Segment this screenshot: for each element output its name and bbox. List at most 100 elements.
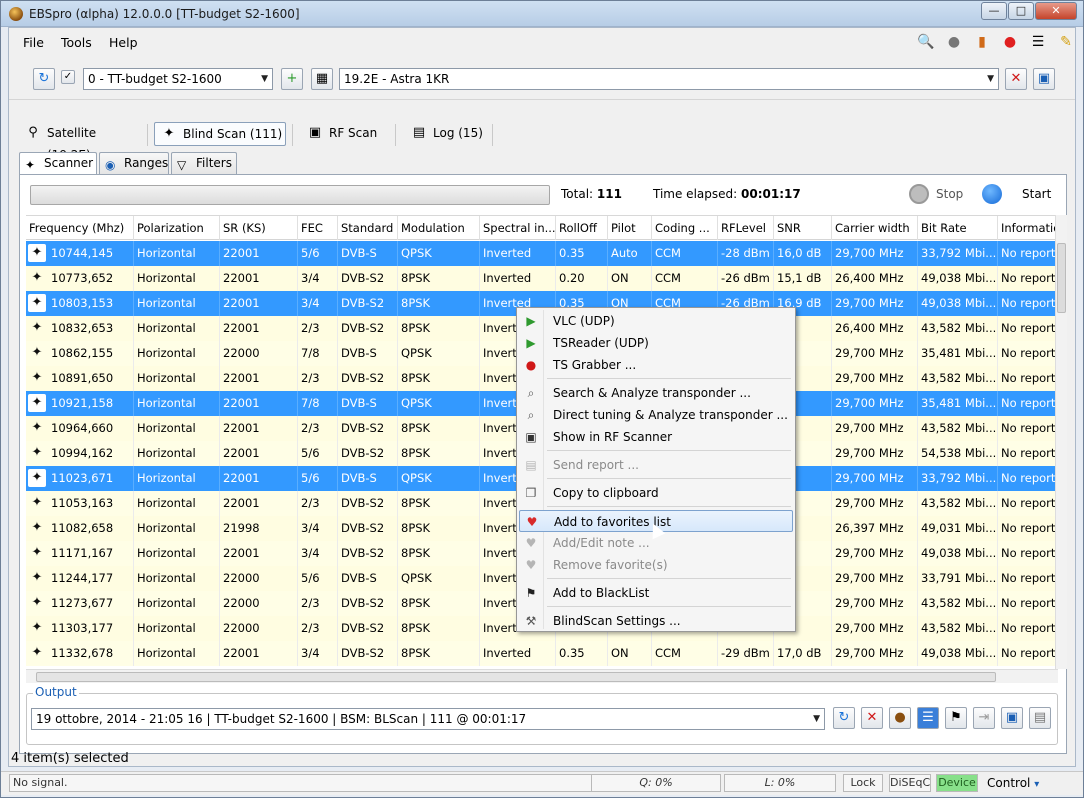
table-cell: 22001 <box>220 466 298 491</box>
enable-checkbox[interactable]: ✓ <box>61 70 75 84</box>
satellite-icon: ⚲ <box>28 125 38 140</box>
maximize-button[interactable]: □ <box>1008 2 1034 20</box>
column-header[interactable]: SR (KS) <box>220 216 298 240</box>
table-cell: 10921,158 <box>48 391 134 416</box>
table-row[interactable]: ✦ 11332,678 Horizontal 22001 3/4 DVB-S2 8PSK In… <box>26 641 1058 666</box>
tuner-select[interactable]: 0 - TT-budget S2-1600 ▼ <box>83 68 273 90</box>
menu-tools[interactable]: Tools <box>61 35 92 50</box>
tab-scanner[interactable]: ✦ Scanner <box>19 152 97 175</box>
context-menu-item[interactable]: ⌕ Direct tuning & Analyze transponder ... <box>519 404 793 426</box>
save-button[interactable]: ▣ <box>1033 68 1055 90</box>
column-header[interactable]: Polarization <box>134 216 220 240</box>
start-button[interactable]: Start <box>1022 187 1051 201</box>
column-header[interactable]: Bit Rate <box>918 216 998 240</box>
context-menu-label: Show in RF Scanner <box>553 430 673 444</box>
table-cell: 8PSK <box>398 266 480 291</box>
satellite-icon[interactable]: ● <box>945 33 963 51</box>
table-cell: 11171,167 <box>48 541 134 566</box>
table-cell: QPSK <box>398 391 480 416</box>
tab-filters[interactable]: ▽ Filters <box>171 152 237 174</box>
context-menu-item[interactable]: ⚒ BlindScan Settings ... <box>519 610 793 632</box>
column-header[interactable]: RollOff <box>556 216 608 240</box>
dish-icon: ✦ <box>31 445 43 460</box>
save-button[interactable]: ▣ <box>1001 707 1023 729</box>
column-header[interactable]: Carrier width <box>832 216 918 240</box>
tab-satellite[interactable]: ⚲ Satellite (19.2E) <box>19 122 137 162</box>
device-settings-button[interactable]: ▦ <box>311 68 333 90</box>
search-icon[interactable]: 🔍 <box>917 33 935 51</box>
table-cell: Horizontal <box>134 266 220 291</box>
status-bar: No signal. Q: 0% L: 0% Lock DiSEqC Devic… <box>1 771 1083 795</box>
chart-icon[interactable]: ▮ <box>973 33 991 51</box>
scroll-thumb[interactable] <box>1057 243 1066 313</box>
tab-log[interactable]: ▤ Log (15) <box>405 122 485 146</box>
table-cell: 29,700 MHz <box>832 291 918 316</box>
minimize-button[interactable]: — <box>981 2 1007 20</box>
column-header[interactable]: Standard <box>338 216 398 240</box>
table-cell: DVB-S2 <box>338 541 398 566</box>
dish-icon: ✦ <box>31 620 43 635</box>
context-menu-item[interactable]: ⌕ Search & Analyze transponder ... <box>519 382 793 404</box>
start-icon[interactable] <box>982 184 1002 204</box>
vertical-scrollbar[interactable] <box>1055 215 1067 669</box>
context-menu-item[interactable]: ● TS Grabber ... <box>519 354 793 376</box>
horizontal-scrollbar[interactable] <box>26 669 1058 683</box>
table-cell: 3/4 <box>298 291 338 316</box>
table-cell: Horizontal <box>134 316 220 341</box>
column-header[interactable]: Modulation <box>398 216 480 240</box>
tv-icon[interactable]: ▤ <box>1029 707 1051 729</box>
table-cell: 29,700 MHz <box>832 566 918 591</box>
close-button[interactable]: ✕ <box>1035 2 1077 20</box>
stop-icon[interactable] <box>909 184 929 204</box>
table-cell: DVB-S <box>338 391 398 416</box>
column-header[interactable]: Spectral in... <box>480 216 556 240</box>
output-select[interactable]: 19 ottobre, 2014 - 21:05 16 | TT-budget … <box>31 708 825 730</box>
table-cell: DVB-S2 <box>338 516 398 541</box>
record-icon[interactable]: ● <box>1001 33 1019 51</box>
table-cell: No report <box>998 366 1058 391</box>
table-cell: 10773,652 <box>48 266 134 291</box>
column-header[interactable]: RFLevel <box>718 216 774 240</box>
menu-help[interactable]: Help <box>109 35 138 50</box>
table-cell: 29,700 MHz <box>832 466 918 491</box>
flag-icon[interactable]: ⚑ <box>945 707 967 729</box>
stop-button[interactable]: Stop <box>936 187 963 201</box>
table-cell: 11303,177 <box>48 616 134 641</box>
column-header[interactable]: SNR <box>774 216 832 240</box>
context-menu-item[interactable]: ⚑ Add to BlackList <box>519 582 793 604</box>
tools-icon[interactable]: ✎ <box>1057 33 1075 51</box>
context-menu-item[interactable]: ❐ Copy to clipboard <box>519 482 793 504</box>
list-icon[interactable]: ☰ <box>1029 33 1047 51</box>
refresh-button[interactable]: ↻ <box>833 707 855 729</box>
control-button[interactable]: Control ▾ <box>987 776 1039 790</box>
delete-button[interactable]: ✕ <box>1005 68 1027 90</box>
table-cell: 29,700 MHz <box>832 366 918 391</box>
delete-button[interactable]: ✕ <box>861 707 883 729</box>
table-header: Frequency (Mhz) Polarization SR (KS) FEC Sta… <box>26 216 1058 240</box>
column-header[interactable]: Pilot <box>608 216 652 240</box>
column-header[interactable]: FEC <box>298 216 338 240</box>
tab-blind-scan[interactable]: ✦ Blind Scan (111) <box>154 122 286 146</box>
column-header[interactable]: Coding ... <box>652 216 718 240</box>
add-device-button[interactable]: + <box>281 68 303 90</box>
table-cell: 8PSK <box>398 616 480 641</box>
column-header[interactable]: Informatio <box>998 216 1058 240</box>
column-header[interactable]: Frequency (Mhz) <box>26 216 134 240</box>
context-menu-item[interactable]: ▶ TSReader (UDP) <box>519 332 793 354</box>
export-icon[interactable]: ⇥ <box>973 707 995 729</box>
table-row[interactable]: ✦ 10773,652 Horizontal 22001 3/4 DVB-S2 8PSK In… <box>26 266 1058 291</box>
scroll-thumb[interactable] <box>36 672 996 682</box>
context-menu-item[interactable]: ▶ VLC (UDP) <box>519 310 793 332</box>
context-menu-item[interactable]: ▣ Show in RF Scanner <box>519 426 793 448</box>
table-cell: 43,582 Mbi... <box>918 316 998 341</box>
tab-ranges[interactable]: ◉ Ranges <box>99 152 169 174</box>
tab-rf-scan[interactable]: ▣ RF Scan <box>301 122 381 146</box>
table-cell: 29,700 MHz <box>832 541 918 566</box>
list-view-button[interactable]: ☰ <box>917 707 939 729</box>
table-cell: 3/4 <box>298 516 338 541</box>
refresh-button[interactable]: ↻ <box>33 68 55 90</box>
table-row[interactable]: ✦ 10744,145 Horizontal 22001 5/6 DVB-S QPSK Inv… <box>26 241 1058 266</box>
menu-file[interactable]: File <box>23 35 44 50</box>
globe-icon[interactable]: ● <box>889 707 911 729</box>
satellite-select[interactable]: 19.2E - Astra 1KR ▼ <box>339 68 999 90</box>
